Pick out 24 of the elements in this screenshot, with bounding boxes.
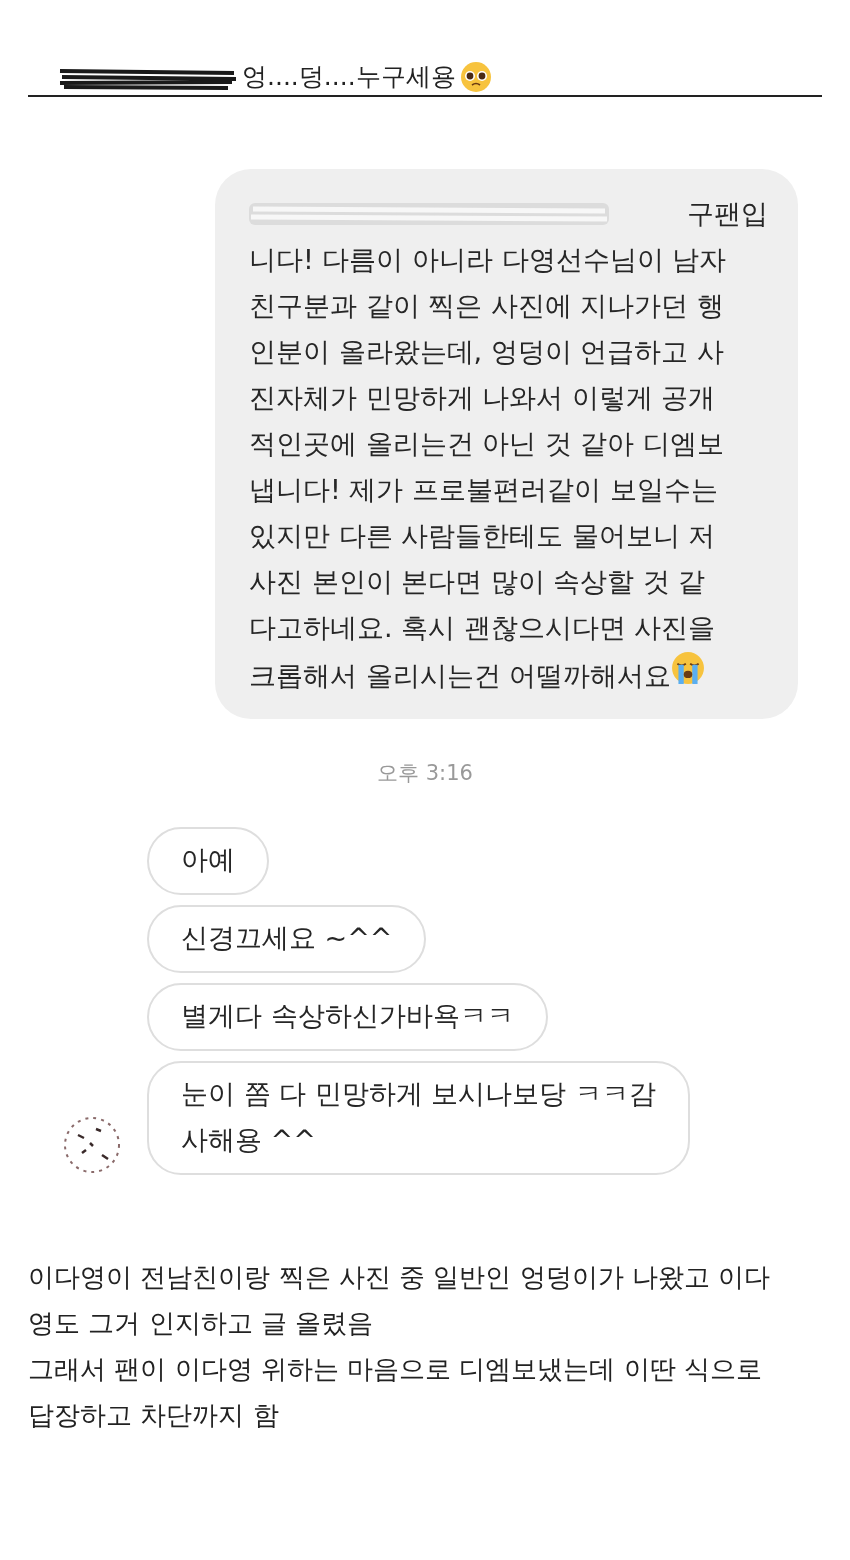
message-text: 인분이 올라왔는데, 엉덩이 언급하고 사 — [249, 335, 725, 369]
caption-text: 이다영이 전남친이랑 찍은 사진 중 일반인 엉덩이가 나왔고 이다 — [28, 1261, 772, 1294]
message-text: 니다! 다름이 아니라 다영선수님이 남자 — [249, 243, 728, 277]
crying-face-icon — [671, 651, 706, 685]
message-text: 아예 — [181, 843, 235, 877]
message-text: 사진 본인이 본다면 많이 속상할 것 같 — [249, 565, 707, 599]
caption-text: 답장하고 차단까지 함 — [28, 1399, 280, 1432]
caption-text: 그래서 팬이 이다영 위하는 마음으로 디엠보냈는데 이딴 식으로 — [28, 1353, 763, 1386]
message-text: 사해용 ^^ — [181, 1123, 317, 1157]
header-text: 엉....덩....누구세용 — [242, 61, 456, 93]
message-text: 친구분과 같이 찍은 사진에 지나가던 행 — [249, 289, 725, 323]
message-text: 별게다 속상하신가바욕ㅋㅋ — [181, 999, 514, 1033]
message-text: 신경끄세요 ~^^ — [181, 921, 393, 955]
message-text: 눈이 쫌 다 민망하게 보시나보당 ㅋㅋ감 — [181, 1077, 656, 1111]
message-text: 다고하네요. 혹시 괜찮으시다면 사진을 — [249, 611, 717, 645]
message-text: 구팬입 — [687, 197, 768, 231]
timestamp: 오후 3:16 — [377, 760, 473, 787]
message-text: 진자체가 민망하게 나와서 이렇게 공개 — [249, 381, 717, 415]
message-text: 적인곳에 올리는건 아닌 것 같아 디엠보 — [249, 427, 725, 461]
message-text: 냅니다! 제가 프로불편러같이 보일수는 — [249, 473, 719, 507]
message-text: 크롭해서 올리시는건 어떨까해서요 — [249, 651, 768, 699]
caption-text: 영도 그거 인지하고 글 올렸음 — [28, 1307, 375, 1340]
message-text: 있지만 다른 사람들한테도 물어보니 저 — [249, 519, 717, 553]
pleading-face-icon — [459, 60, 492, 93]
